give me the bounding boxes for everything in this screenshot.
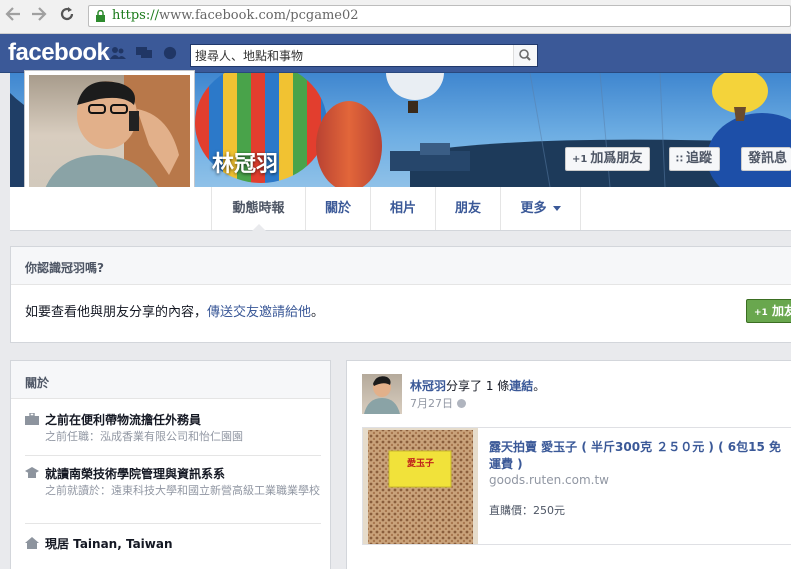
- add-friend-icon: +1: [572, 154, 588, 165]
- profile-nav: 動態時報 關於 相片 朋友 更多: [10, 187, 791, 231]
- product-photo: [368, 430, 473, 544]
- about-title: 關於: [25, 376, 50, 390]
- divider: [25, 455, 321, 456]
- story-author-link[interactable]: 林冠羽: [410, 379, 446, 393]
- url-text: https://www.facebook.com/pcgame02: [112, 8, 359, 23]
- search-icon: [519, 49, 531, 61]
- search-input[interactable]: [191, 45, 511, 66]
- story-header: 林冠羽分享了 1 條連結。: [410, 379, 546, 393]
- search-button[interactable]: [513, 45, 537, 66]
- reload-icon: [60, 7, 74, 21]
- avatar[interactable]: [362, 374, 402, 414]
- add-friend-icon: +1: [754, 308, 768, 318]
- follow-button[interactable]: ∷ 追蹤: [669, 147, 720, 171]
- messages-icon[interactable]: [136, 46, 152, 60]
- friend-requests-icon[interactable]: [110, 46, 126, 60]
- briefcase-icon: [25, 413, 39, 425]
- about-item-sub: 之前任職：泓成香業有限公司和怡仁園園: [45, 430, 243, 443]
- notifications-globe-icon[interactable]: [162, 46, 178, 60]
- know-text: 如要查看他與朋友分享的內容，傳送交友邀請給他。: [25, 305, 325, 320]
- facebook-logo[interactable]: facebook: [8, 39, 110, 67]
- shared-link-title[interactable]: 露天拍賣 愛玉子 ( 半斤300克 ２５０元 ) ( 6包15 免運費 ): [489, 439, 789, 473]
- shared-link-price: 直購價：250元: [489, 504, 565, 517]
- about-item-main[interactable]: 現居 Tainan, Taiwan: [45, 535, 173, 552]
- back-button[interactable]: [2, 6, 24, 26]
- graduation-cap-icon: [25, 467, 39, 478]
- tab-more[interactable]: 更多: [500, 187, 581, 230]
- arrow-right-icon: [32, 7, 47, 21]
- product-label: 愛玉子: [407, 459, 435, 469]
- rss-icon: ∷: [676, 154, 683, 165]
- story-date[interactable]: 7月27日: [410, 395, 466, 411]
- profile-name: 林冠羽: [212, 152, 279, 177]
- balloon-basket: [408, 101, 418, 113]
- shared-link-thumbnail[interactable]: 愛玉子: [363, 428, 478, 544]
- tab-about[interactable]: 關於: [305, 187, 370, 230]
- globe-icon: [457, 399, 466, 408]
- reload-button[interactable]: [56, 6, 78, 26]
- divider: [25, 523, 321, 524]
- message-button[interactable]: 發訊息: [741, 147, 791, 171]
- about-header: 關於: [11, 361, 330, 399]
- story-link-word[interactable]: 連結: [509, 379, 533, 393]
- browser-toolbar: https://www.facebook.com/pcgame02: [0, 0, 791, 34]
- know-him-box: 你認識冠羽嗎? 如要查看他與朋友分享的內容，傳送交友邀請給他。 +1 加友: [10, 246, 791, 343]
- forward-button[interactable]: [28, 6, 50, 26]
- search-box: [190, 44, 538, 67]
- active-tab-pointer: [252, 224, 266, 231]
- send-request-link[interactable]: 傳送交友邀請給他: [207, 305, 311, 320]
- about-item-sub: 之前就讀於：遠東科技大學和國立新營高級工業職業學校: [45, 484, 320, 497]
- story-card: 林冠羽分享了 1 條連結。 7月27日 愛玉子 露天拍賣 愛玉子 ( 半斤300…: [346, 360, 791, 569]
- arrow-left-icon: [5, 7, 20, 21]
- address-bar[interactable]: https://www.facebook.com/pcgame02: [88, 5, 791, 27]
- chevron-down-icon: [552, 206, 561, 211]
- home-icon: [25, 537, 39, 549]
- add-friend-green-button[interactable]: +1 加友: [746, 299, 791, 323]
- shared-link-preview[interactable]: 愛玉子 露天拍賣 愛玉子 ( 半斤300克 ２５０元 ) ( 6包15 免運費 …: [362, 427, 791, 545]
- about-item-main[interactable]: 之前在便利帶物流擔任外務員: [45, 411, 201, 428]
- know-title: 你認識冠羽嗎?: [25, 261, 104, 275]
- about-item-main[interactable]: 就讀南榮技術學院管理與資訊系系: [45, 465, 225, 482]
- know-header: 你認識冠羽嗎?: [11, 247, 791, 285]
- add-friend-button[interactable]: +1 加爲朋友: [565, 147, 651, 171]
- facebook-topbar: facebook: [0, 34, 791, 73]
- avatar-photo: [364, 376, 400, 414]
- lock-icon: [96, 10, 105, 22]
- shared-link-domain: goods.ruten.com.tw: [489, 473, 609, 487]
- tab-photos[interactable]: 相片: [370, 187, 435, 230]
- tab-friends[interactable]: 朋友: [435, 187, 500, 230]
- about-card: 關於 之前在便利帶物流擔任外務員 之前任職：泓成香業有限公司和怡仁園園 就讀南榮…: [10, 360, 331, 569]
